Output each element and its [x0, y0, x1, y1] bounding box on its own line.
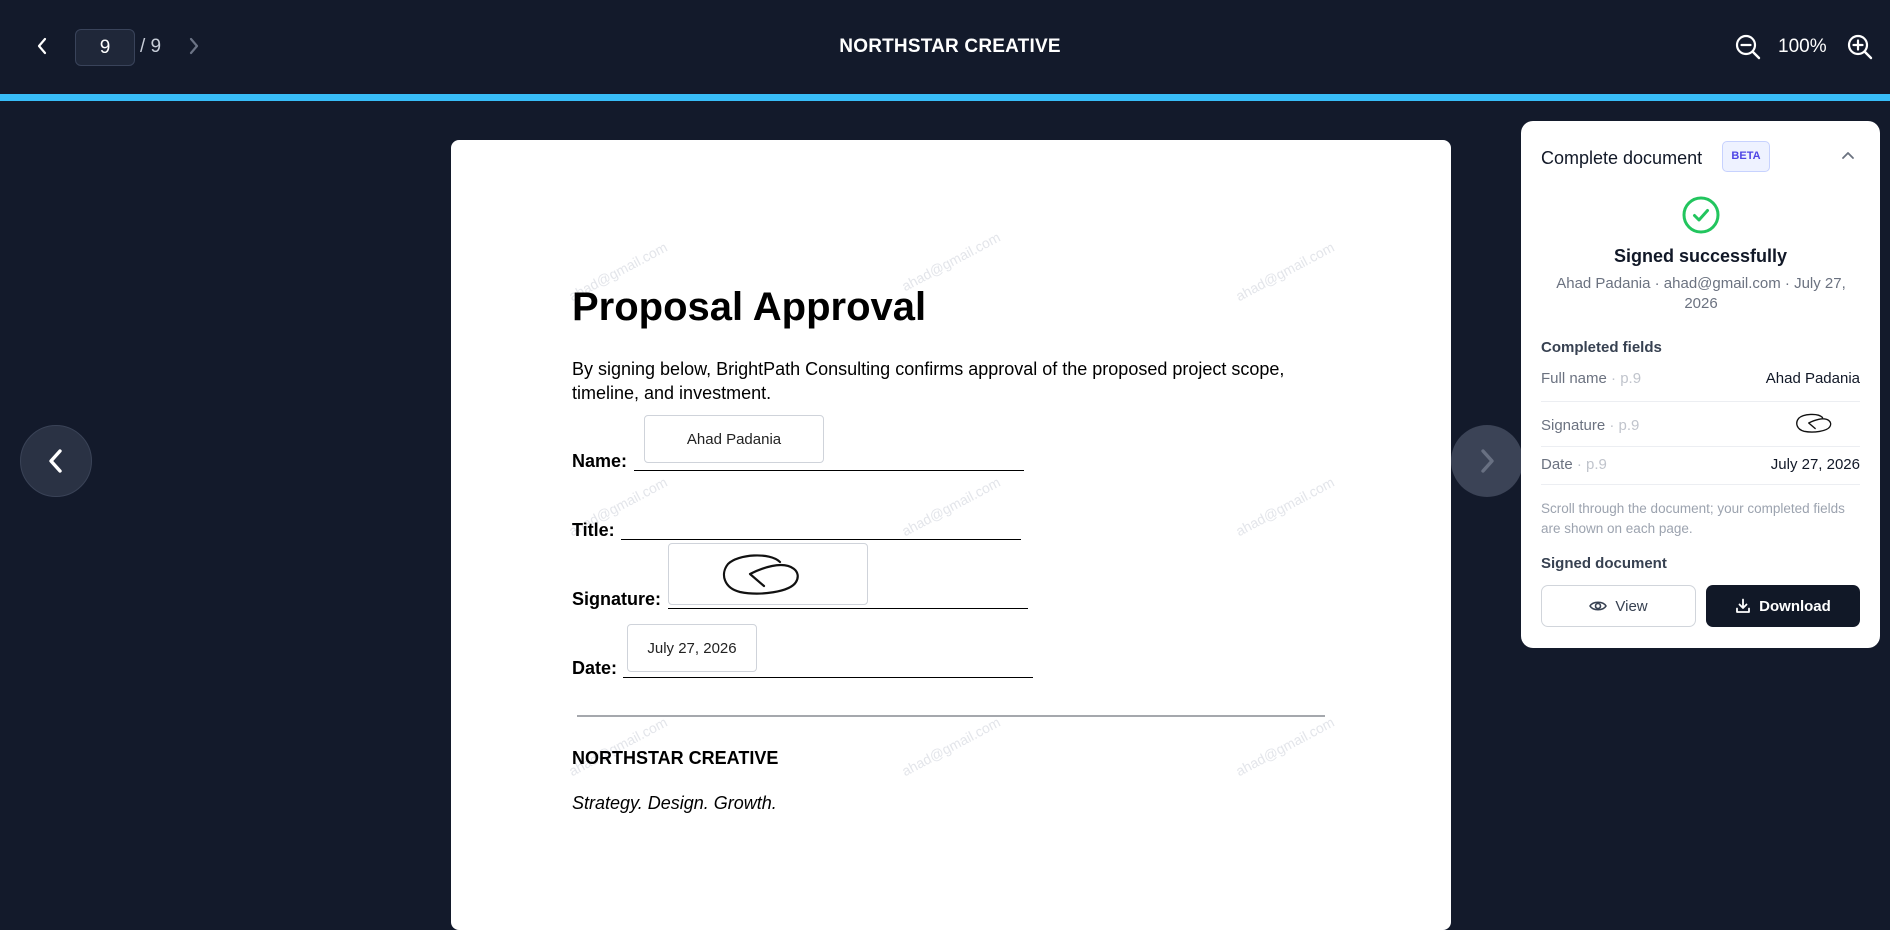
- row-divider: [1541, 484, 1860, 485]
- field-name: Full name: [1541, 369, 1607, 387]
- collapse-panel-button[interactable]: [1839, 147, 1857, 165]
- row-divider: [1541, 401, 1860, 402]
- signature-line: [668, 608, 1028, 609]
- row-divider: [1541, 446, 1860, 447]
- date-field[interactable]: July 27, 2026: [627, 624, 757, 672]
- download-button-label: Download: [1759, 597, 1831, 615]
- panel-title: Complete document: [1541, 148, 1703, 168]
- completed-field-full-name: Full name · p.9 Ahad Padania: [1541, 367, 1860, 389]
- chevron-right-icon: [1481, 449, 1494, 473]
- signed-document-label: Signed document: [1541, 555, 1667, 572]
- completed-field-signature: Signature · p.9: [1541, 407, 1860, 443]
- company-name: NORTHSTAR CREATIVE: [572, 748, 779, 768]
- completed-fields-label: Completed fields: [1541, 339, 1662, 356]
- field-name: Date: [1541, 455, 1573, 473]
- title-label: Title:: [572, 520, 615, 540]
- chevron-left-icon: [49, 449, 62, 473]
- signed-status-meta: Ahad Padania · ahad@gmail.com · July 27,…: [1556, 275, 1846, 312]
- field-name: Signature: [1541, 416, 1606, 434]
- view-button[interactable]: View: [1541, 585, 1696, 627]
- download-icon: [1736, 598, 1751, 613]
- date-line: [623, 677, 1033, 678]
- zoom-out-icon: [1735, 34, 1761, 60]
- document-page: ahad@gmail.com ahad@gmail.com ahad@gmail…: [451, 140, 1451, 930]
- zoom-level: 100%: [1778, 36, 1827, 57]
- document-title: NORTHSTAR CREATIVE: [839, 36, 1061, 57]
- date-label: Date:: [572, 658, 618, 678]
- watermark: ahad@gmail.com: [1233, 473, 1337, 540]
- eye-icon: [1589, 601, 1608, 611]
- name-line: [634, 470, 1024, 471]
- title-line: [621, 539, 1021, 540]
- previous-page-large-button[interactable]: [20, 425, 92, 497]
- name-label: Name:: [572, 451, 628, 471]
- signature-thumbnail: [1794, 410, 1840, 440]
- divider: [577, 715, 1325, 717]
- signed-status-title: Signed successfully: [1613, 246, 1788, 266]
- zoom-in-icon: [1847, 34, 1873, 60]
- download-button[interactable]: Download: [1706, 585, 1860, 627]
- field-value: July 27, 2026: [1770, 455, 1860, 473]
- document-intro: By signing below, BrightPath Consulting …: [572, 359, 1285, 403]
- field-page: · p.9: [1572, 455, 1607, 473]
- field-value: Ahad Padania: [1765, 369, 1860, 387]
- scroll-hint: Scroll through the document; your comple…: [1541, 501, 1845, 536]
- watermark: ahad@gmail.com: [899, 473, 1003, 540]
- zoom-in-button[interactable]: [1846, 33, 1874, 61]
- success-check-icon: [1681, 195, 1721, 235]
- field-page: · p.9: [1605, 416, 1640, 434]
- watermark: ahad@gmail.com: [1233, 238, 1337, 305]
- beta-badge: BETA: [1722, 141, 1770, 172]
- signature-field[interactable]: [668, 543, 868, 605]
- view-button-label: View: [1615, 597, 1648, 615]
- progress-bar: [0, 94, 1890, 101]
- next-page-large-button[interactable]: [1451, 425, 1523, 497]
- signature-label: Signature:: [572, 589, 662, 609]
- completed-field-date: Date · p.9 July 27, 2026: [1541, 453, 1860, 475]
- watermark: ahad@gmail.com: [566, 713, 670, 780]
- name-field[interactable]: Ahad Padania: [644, 415, 824, 463]
- top-toolbar: 9 / 9 NORTHSTAR CREATIVE 100%: [0, 0, 1890, 101]
- signature-image: [722, 554, 799, 595]
- watermark: ahad@gmail.com: [1233, 713, 1337, 780]
- zoom-out-button[interactable]: [1734, 33, 1762, 61]
- watermark: ahad@gmail.com: [899, 713, 1003, 780]
- company-tagline: Strategy. Design. Growth.: [572, 793, 777, 813]
- complete-document-panel: Complete document BETA Signed successful…: [1521, 121, 1880, 648]
- field-page: · p.9: [1606, 369, 1642, 387]
- document-heading: Proposal Approval: [572, 285, 927, 329]
- chevron-up-icon: [1842, 152, 1854, 159]
